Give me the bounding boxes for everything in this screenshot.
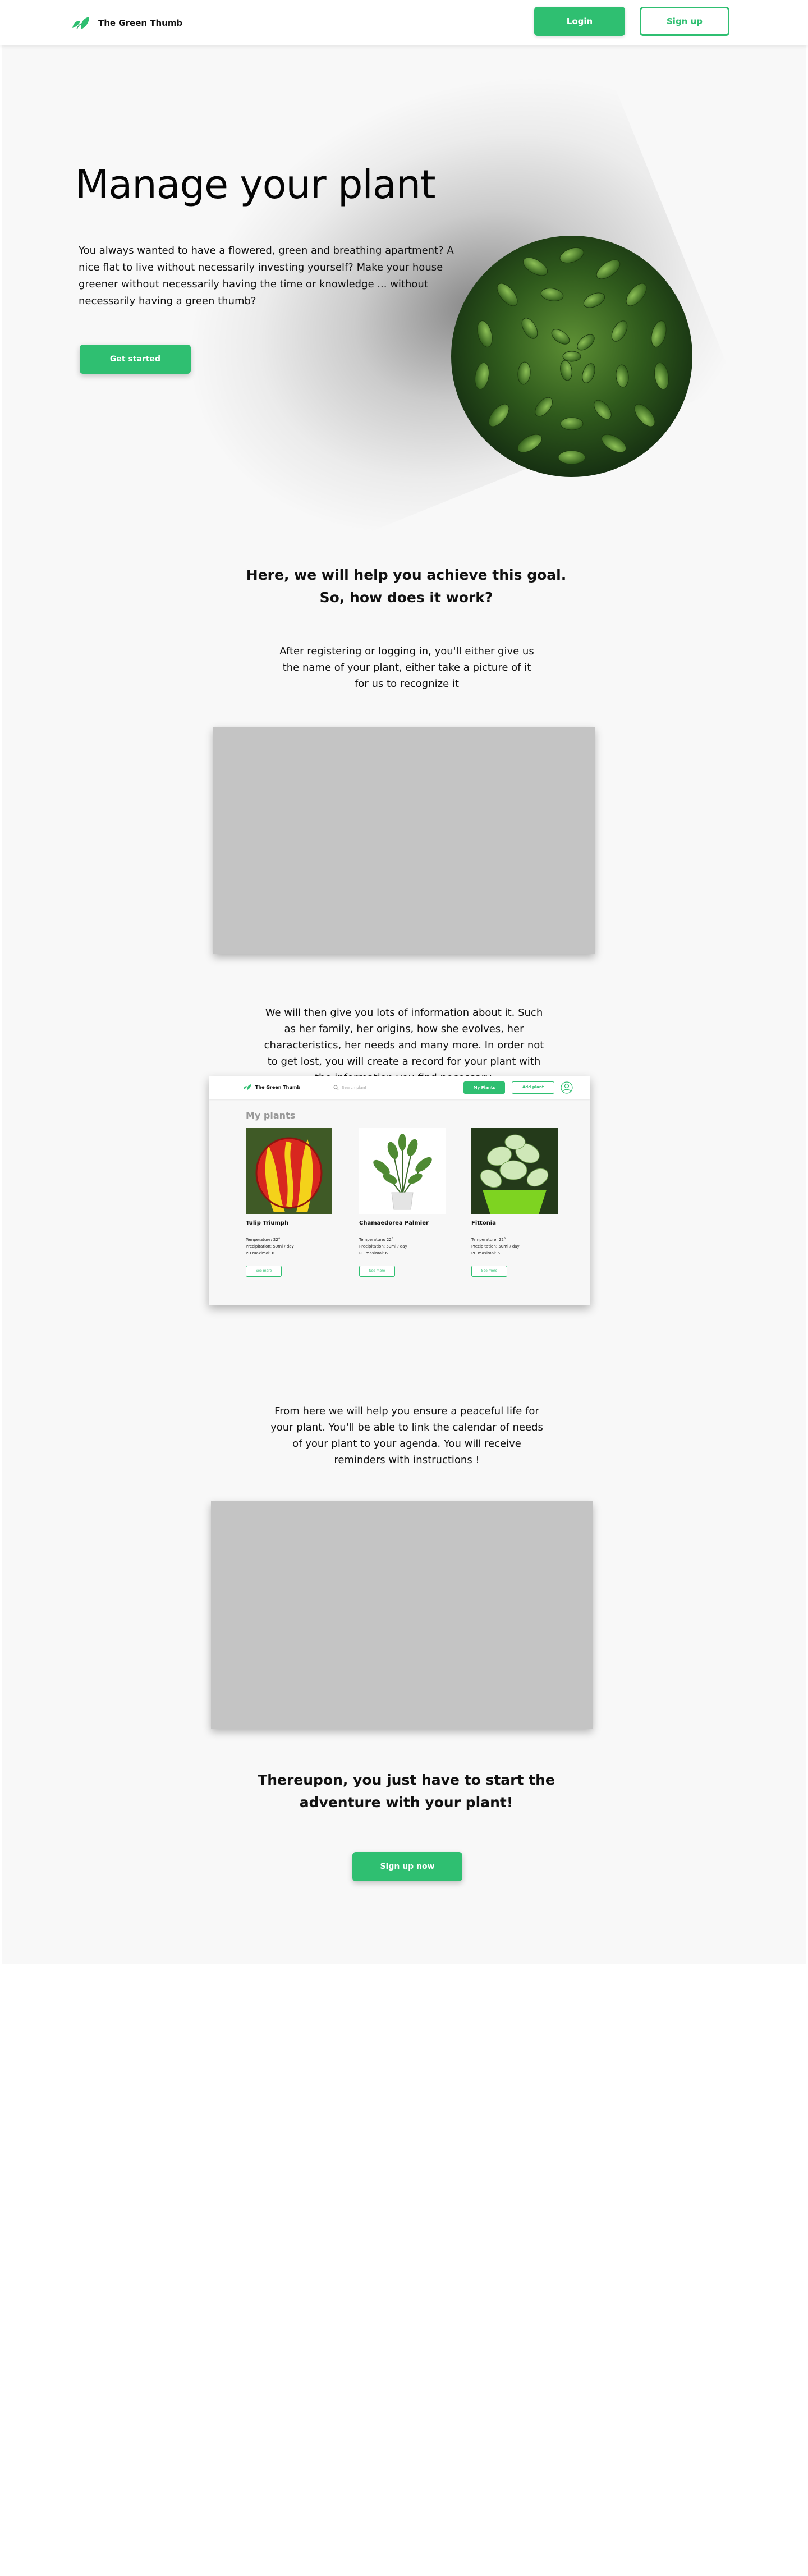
plant-temperature: Temperature: 22°	[246, 1237, 281, 1242]
hero-description: You always wanted to have a flowered, gr…	[79, 245, 454, 307]
main-content: Manage your plant You always wanted to h…	[2, 0, 806, 1964]
step2-text: We will then give you lots of informatio…	[264, 1007, 544, 1084]
plant-ph: PH maximal: 6	[246, 1251, 274, 1255]
preview-header: The Green Thumb Search plant My Plants A…	[209, 1076, 590, 1099]
search-icon	[333, 1085, 339, 1090]
step3-text: From here we will help you ensure a peac…	[270, 1405, 543, 1466]
see-more-button: See more	[359, 1266, 395, 1277]
plant-card-image	[246, 1128, 332, 1214]
plant-card-image	[471, 1128, 558, 1214]
plant-card-image	[359, 1128, 446, 1214]
plant-precipitation: Precipitation: 50ml / day	[246, 1244, 294, 1249]
preview-logo-text: The Green Thumb	[255, 1084, 301, 1090]
plant-card-info: Temperature: 22° Precipitation: 50ml / d…	[359, 1236, 446, 1257]
signup-button[interactable]: Sign up	[640, 7, 729, 36]
step1-image-placeholder	[213, 727, 595, 954]
plant-card-info: Temperature: 22° Precipitation: 50ml / d…	[471, 1236, 558, 1257]
preview-my-plants-button: My Plants	[463, 1081, 505, 1094]
final-title-line1: Thereupon, you just have to start the	[258, 1772, 555, 1788]
plant-card: Chamaedorea Palmier Temperature: 22° Pre…	[359, 1128, 446, 1277]
how-title: Here, we will help you achieve this goal…	[238, 564, 575, 609]
logo-text: The Green Thumb	[98, 18, 183, 28]
plant-card-name: Chamaedorea Palmier	[359, 1220, 429, 1226]
plant-card: Tulip Triumph Temperature: 22° Precipita…	[246, 1128, 332, 1277]
step1-text: After registering or logging in, you'll …	[279, 645, 534, 690]
leaf-logo-icon	[243, 1084, 251, 1090]
hero-title: Manage your plant	[75, 162, 436, 208]
plant-precipitation: Precipitation: 50ml / day	[471, 1244, 520, 1249]
how-title-line1: Here, we will help you achieve this goal…	[246, 567, 567, 583]
how-title-line2: So, how does it work?	[319, 589, 493, 606]
app-preview-screenshot: The Green Thumb Search plant My Plants A…	[209, 1076, 590, 1305]
plant-temperature: Temperature: 22°	[359, 1237, 394, 1242]
plant-ph: PH maximal: 6	[359, 1251, 388, 1255]
plant-card-name: Tulip Triumph	[246, 1220, 289, 1226]
logo[interactable]: The Green Thumb	[70, 16, 182, 30]
site-header: The Green Thumb Login Sign up	[0, 0, 808, 45]
preview-add-plant-button: Add plant	[512, 1081, 554, 1094]
see-more-button: See more	[471, 1266, 507, 1277]
final-title-line2: adventure with your plant!	[299, 1794, 513, 1810]
leaf-logo-icon	[72, 17, 89, 30]
preview-logo: The Green Thumb	[242, 1084, 300, 1090]
preview-search-placeholder: Search plant	[342, 1085, 367, 1090]
plant-card: Fittonia Temperature: 22° Precipitation:…	[471, 1128, 558, 1277]
signup-now-button[interactable]: Sign up now	[352, 1852, 462, 1881]
see-more-button: See more	[246, 1266, 282, 1277]
hero-plant-image	[451, 236, 692, 477]
preview-search-input: Search plant	[333, 1083, 435, 1092]
plant-card-info: Temperature: 22° Precipitation: 50ml / d…	[246, 1236, 332, 1257]
avatar-icon	[561, 1081, 573, 1094]
get-started-button[interactable]: Get started	[80, 345, 191, 374]
plant-ph: PH maximal: 6	[471, 1251, 500, 1255]
final-title: Thereupon, you just have to start the ad…	[238, 1769, 575, 1814]
plant-precipitation: Precipitation: 50ml / day	[359, 1244, 407, 1249]
login-button[interactable]: Login	[534, 7, 625, 36]
preview-section-title: My plants	[246, 1110, 296, 1121]
plant-card-name: Fittonia	[471, 1220, 496, 1226]
step3-image-placeholder	[211, 1501, 593, 1729]
plant-temperature: Temperature: 22°	[471, 1237, 506, 1242]
